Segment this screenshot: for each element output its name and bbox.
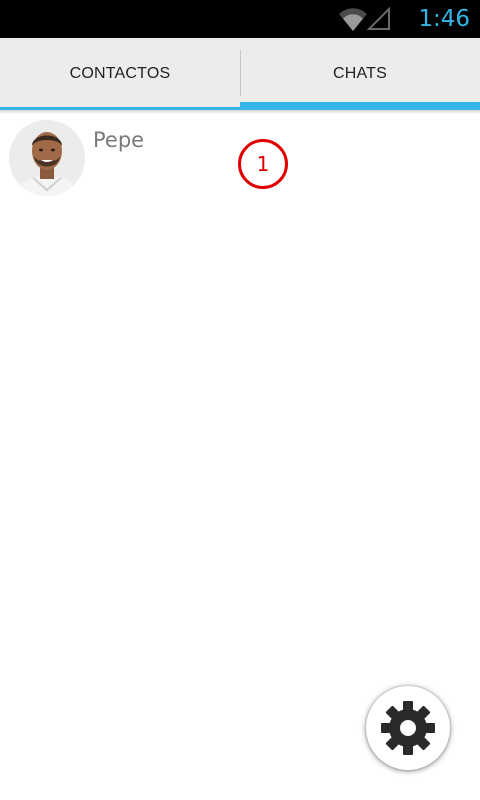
status-bar: 1:46	[0, 0, 480, 38]
wifi-icon	[339, 8, 367, 32]
contact-photo	[9, 120, 85, 196]
signal-icon	[367, 7, 390, 30]
tab-chats[interactable]: CHATS	[240, 38, 480, 110]
tab-contactos[interactable]: CONTACTOS	[0, 38, 240, 110]
tab-bar: CONTACTOS CHATS	[0, 38, 480, 110]
tab-label: CHATS	[332, 65, 388, 82]
clock: 1:46	[418, 6, 470, 32]
gear-icon	[381, 701, 435, 755]
unread-badge: 1	[238, 139, 288, 189]
avatar	[9, 120, 85, 196]
chat-list-item[interactable]: Pepe 1	[0, 114, 480, 202]
contact-name: Pepe	[93, 128, 145, 152]
tab-selected-indicator	[240, 102, 480, 110]
settings-button[interactable]	[366, 686, 450, 770]
unread-count: 1	[256, 152, 270, 176]
tab-label: CONTACTOS	[69, 65, 171, 82]
